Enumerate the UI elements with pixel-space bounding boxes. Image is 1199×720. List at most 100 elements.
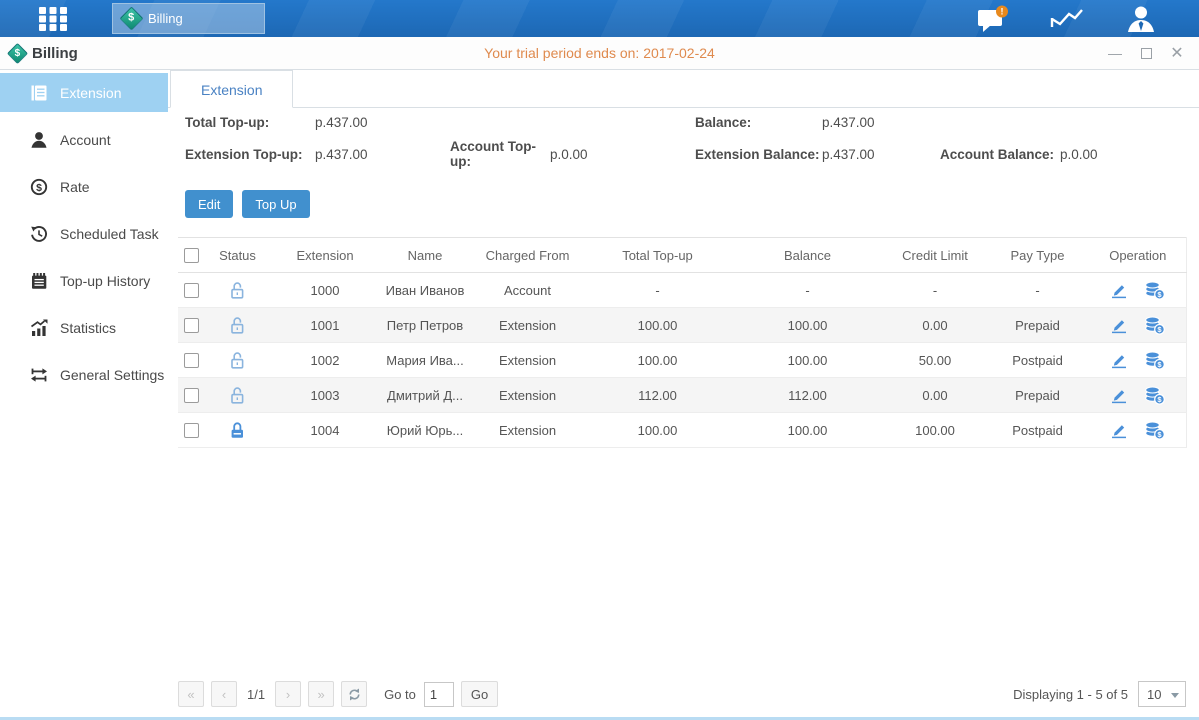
row-checkbox[interactable] [184,388,199,403]
transfer-arrows-icon [30,366,48,384]
notepad-icon [30,272,48,290]
sidebar-item-topup-history[interactable]: Top-up History [0,261,168,300]
svg-text:!: ! [1001,6,1004,16]
window-title: Billing [32,45,78,62]
edit-pencil-icon[interactable] [1110,281,1128,299]
go-button[interactable]: Go [461,681,498,707]
topup-coins-icon[interactable]: $ [1144,316,1165,335]
sidebar: Extension Account $ Rate Scheduled T [0,70,168,720]
main-content: Extension Total Top-up: p.437.00 Balance… [168,70,1199,720]
sidebar-item-general-settings[interactable]: General Settings [0,355,168,394]
page-indicator: 1/1 [244,687,275,702]
tab-bar: Extension [168,70,1199,108]
row-checkbox[interactable] [184,423,199,438]
table-row: 1001 Петр Петров Extension 100.00 100.00… [178,308,1186,343]
sidebar-item-label: Account [60,132,111,148]
top-up-button[interactable]: Top Up [242,190,309,218]
topup-coins-icon[interactable]: $ [1144,421,1165,440]
table-row: 1002 Мария Ива... Extension 100.00 100.0… [178,343,1186,378]
billing-window-icon: $ [7,42,28,63]
sidebar-item-label: Scheduled Task [60,226,159,242]
unlock-icon [228,351,247,370]
sidebar-item-label: Top-up History [60,273,150,289]
svg-text:$: $ [36,182,42,194]
extension-balance-label: Extension Balance: [695,147,822,162]
row-checkbox[interactable] [184,283,199,298]
refresh-icon[interactable] [341,681,367,707]
person-icon [30,131,48,149]
sidebar-item-account[interactable]: Account [0,120,168,159]
topup-coins-icon[interactable]: $ [1144,351,1165,370]
first-page-button[interactable]: « [178,681,204,707]
goto-page-input[interactable] [424,682,454,707]
edit-pencil-icon[interactable] [1110,316,1128,334]
total-topup-value: p.437.00 [315,115,450,130]
col-total-topup: Total Top-up [585,238,730,273]
row-checkbox[interactable] [184,318,199,333]
sidebar-item-label: General Settings [60,367,164,383]
taskbar-tab-billing[interactable]: $ Billing [112,3,265,34]
account-balance-value: p.0.00 [1060,147,1199,162]
unlock-icon [228,386,247,405]
extension-topup-label: Extension Top-up: [185,147,315,162]
unlock-icon [228,281,247,300]
col-pay-type: Pay Type [985,238,1090,273]
minimize-icon[interactable]: — [1107,45,1123,61]
col-name: Name [380,238,470,273]
balance-value: p.437.00 [822,115,940,130]
chart-bars-icon [30,319,48,337]
taskbar-tab-label: Billing [148,11,183,26]
goto-label: Go to [384,687,416,702]
account-topup-label: Account Top-up: [450,139,550,169]
select-all-checkbox[interactable] [184,248,199,263]
sidebar-item-label: Rate [60,179,90,195]
maximize-icon[interactable] [1138,45,1154,61]
account-topup-value: p.0.00 [550,147,695,162]
billing-app-icon: $ [119,6,143,30]
prev-page-button[interactable]: ‹ [211,681,237,707]
dollar-circle-icon: $ [30,178,48,196]
edit-button[interactable]: Edit [185,190,233,218]
trial-notice: Your trial period ends on: 2017-02-24 [0,45,1199,61]
col-credit-limit: Credit Limit [885,238,985,273]
pagination-bar: « ‹ 1/1 › » Go to Go Displaying 1 - 5 of… [178,681,1186,707]
statistics-icon[interactable] [1049,5,1085,33]
extension-balance-value: p.437.00 [822,147,940,162]
close-icon[interactable]: ✕ [1169,45,1185,61]
sidebar-item-scheduled-task[interactable]: Scheduled Task [0,214,168,253]
row-checkbox[interactable] [184,353,199,368]
balance-label: Balance: [695,115,822,130]
page-size-value: 10 [1147,687,1161,702]
chevron-down-icon [1171,693,1179,698]
topup-coins-icon[interactable]: $ [1144,386,1165,405]
displaying-text: Displaying 1 - 5 of 5 [1013,687,1128,702]
sidebar-item-label: Extension [60,85,121,101]
sidebar-item-rate[interactable]: $ Rate [0,167,168,206]
col-status: Status [205,238,270,273]
edit-pencil-icon[interactable] [1110,421,1128,439]
billing-summary: Total Top-up: p.437.00 Balance: p.437.00… [185,115,1199,169]
edit-pencil-icon[interactable] [1110,386,1128,404]
lock-icon [228,421,247,440]
sidebar-item-extension[interactable]: Extension [0,73,168,112]
next-page-button[interactable]: › [275,681,301,707]
col-balance: Balance [730,238,885,273]
messages-icon[interactable]: ! [975,5,1011,33]
ledger-icon [30,84,48,102]
col-operation: Operation [1090,238,1186,273]
tab-extension[interactable]: Extension [170,70,293,108]
apps-grid-icon[interactable] [33,6,73,32]
table-row: 1000 Иван Иванов Account - - - - [178,273,1186,308]
extensions-table: Status Extension Name Charged From Total… [178,237,1187,448]
unlock-icon [228,316,247,335]
table-row: 1004 Юрий Юрь... Extension 100.00 100.00… [178,413,1186,448]
last-page-button[interactable]: » [308,681,334,707]
edit-pencil-icon[interactable] [1110,351,1128,369]
clock-history-icon [30,225,48,243]
user-icon[interactable] [1123,5,1159,33]
extension-topup-value: p.437.00 [315,147,450,162]
topup-coins-icon[interactable]: $ [1144,281,1165,300]
page-size-select[interactable]: 10 [1138,681,1186,707]
table-header-row: Status Extension Name Charged From Total… [178,238,1186,273]
sidebar-item-statistics[interactable]: Statistics [0,308,168,347]
